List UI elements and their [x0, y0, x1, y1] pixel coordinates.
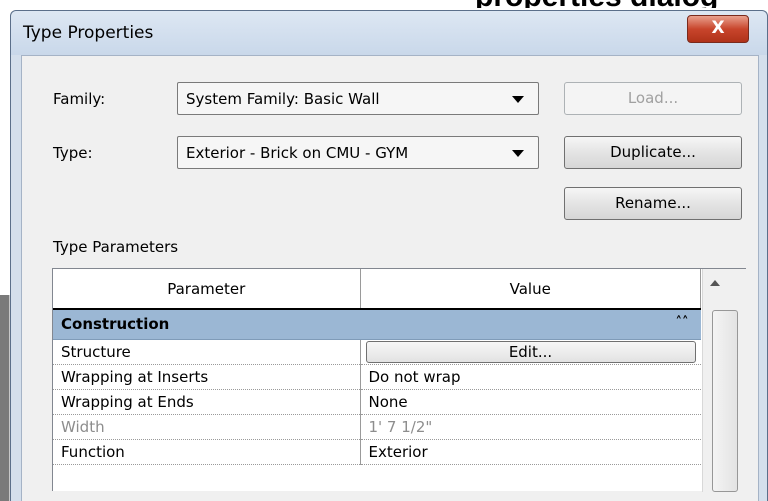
family-label: Family:	[53, 90, 106, 108]
background-heading: properties dialog	[0, 0, 768, 8]
param-value[interactable]: Exterior	[360, 439, 701, 465]
param-name: Function	[53, 439, 361, 465]
param-value[interactable]: None	[360, 389, 701, 415]
duplicate-button[interactable]: Duplicate...	[564, 136, 742, 169]
column-header-value[interactable]: Value	[360, 269, 701, 310]
type-select[interactable]: Exterior - Brick on CMU - GYM	[177, 136, 539, 169]
load-button[interactable]: Load...	[564, 82, 742, 115]
table-row: Structure Edit...	[53, 339, 701, 365]
table-row: Function Exterior	[53, 439, 701, 465]
scroll-thumb[interactable]	[712, 310, 738, 492]
close-button[interactable]: X	[687, 15, 749, 43]
chevron-down-icon	[512, 150, 524, 157]
scroll-up-icon[interactable]	[710, 280, 720, 286]
edit-structure-button[interactable]: Edit...	[365, 340, 696, 363]
group-label: Construction	[61, 315, 170, 334]
title-bar[interactable]: Type Properties X	[11, 11, 767, 55]
group-row-construction[interactable]: Construction ˄˄	[53, 309, 701, 340]
collapse-icon[interactable]: ˄˄	[676, 315, 689, 330]
param-value: 1' 7 1/2"	[360, 414, 701, 440]
param-name: Width	[53, 414, 361, 440]
table-row: Wrapping at Ends None	[53, 389, 701, 415]
vertical-scrollbar[interactable]	[702, 269, 746, 492]
param-value-cell: Edit...	[360, 339, 701, 365]
param-value[interactable]: Do not wrap	[360, 364, 701, 390]
left-edge	[0, 295, 9, 501]
family-select-value: System Family: Basic Wall	[186, 90, 380, 108]
type-label: Type:	[53, 144, 93, 162]
type-select-value: Exterior - Brick on CMU - GYM	[186, 144, 409, 162]
close-icon: X	[711, 18, 725, 38]
param-name: Wrapping at Inserts	[53, 364, 361, 390]
chevron-down-icon	[512, 96, 524, 103]
table-row: Width 1' 7 1/2"	[53, 414, 701, 440]
column-header-parameter[interactable]: Parameter	[53, 269, 361, 310]
family-select[interactable]: System Family: Basic Wall	[177, 82, 539, 115]
type-parameters-grid: Parameter Value Construction ˄˄ Structur…	[52, 268, 746, 492]
type-parameters-label: Type Parameters	[53, 238, 179, 256]
dialog-title: Type Properties	[23, 23, 154, 43]
param-name: Structure	[53, 339, 361, 365]
rename-button[interactable]: Rename...	[564, 187, 742, 220]
param-name: Wrapping at Ends	[53, 389, 361, 415]
table-row: Wrapping at Inserts Do not wrap	[53, 364, 701, 390]
